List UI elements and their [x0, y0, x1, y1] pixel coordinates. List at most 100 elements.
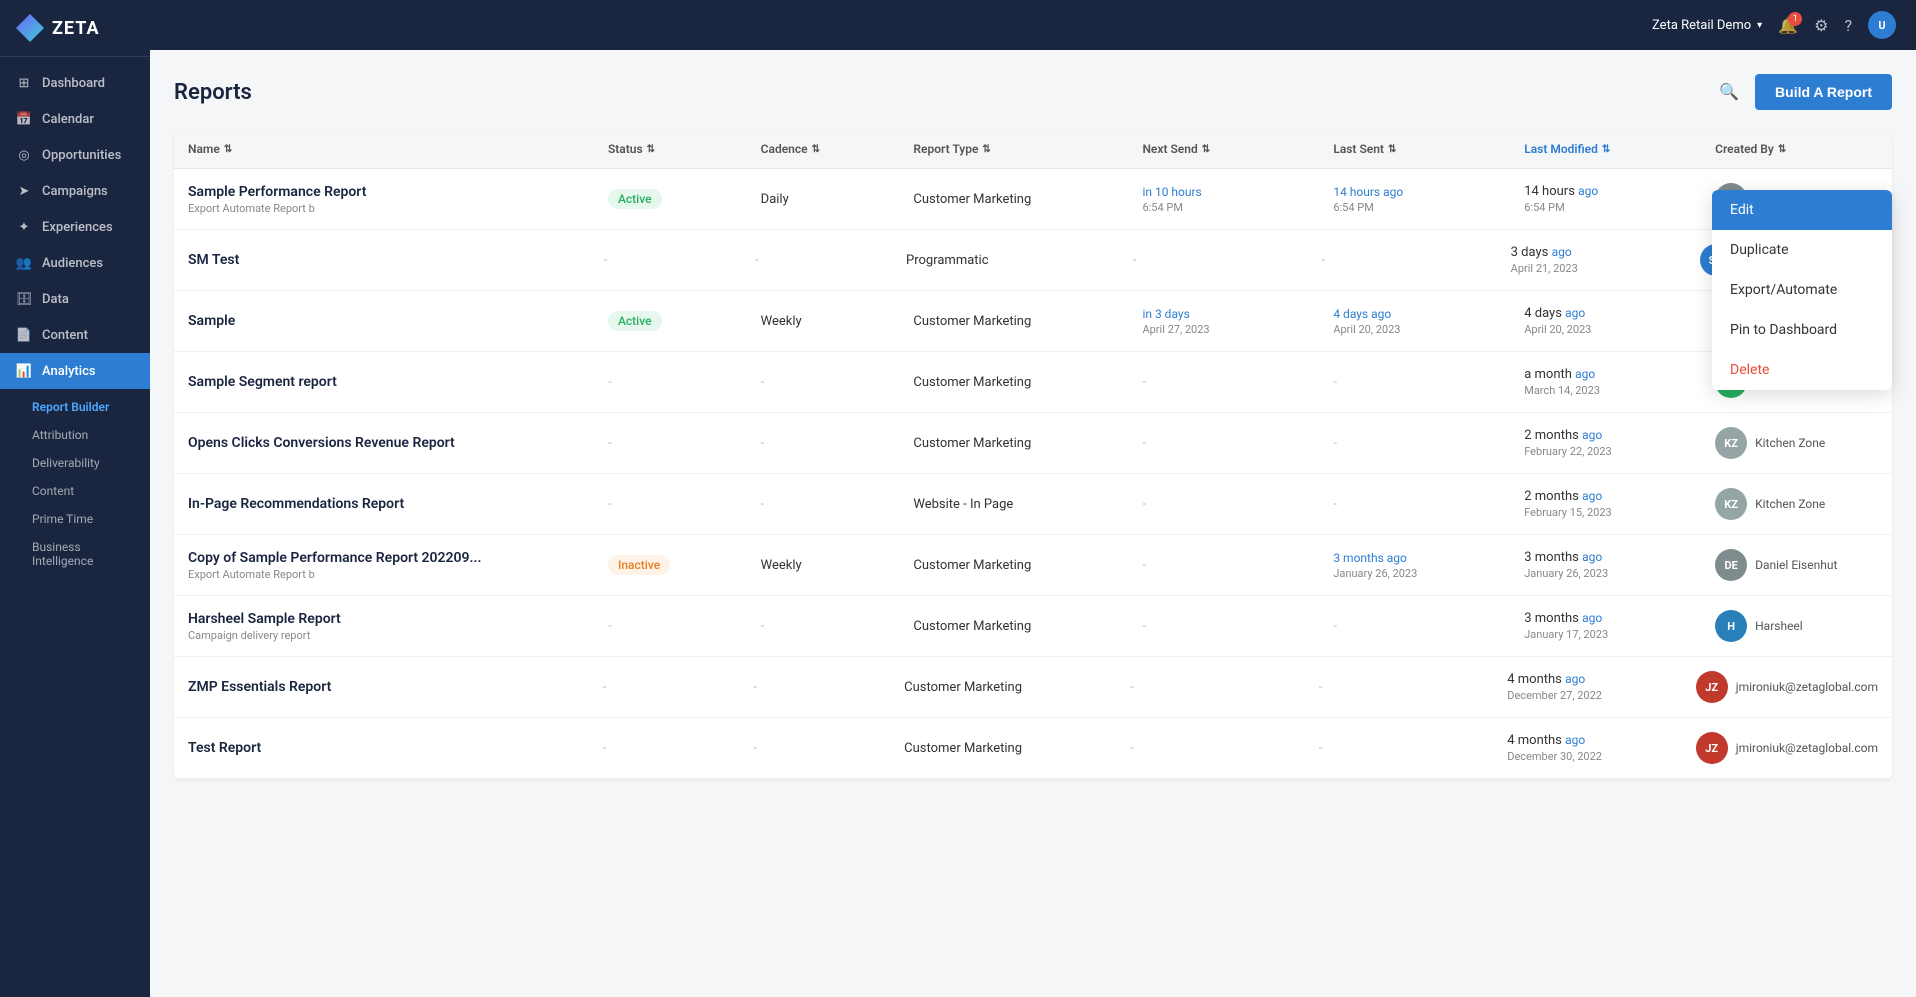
table-row[interactable]: Sample Performance ReportExport Automate…	[174, 169, 1892, 230]
th-next-send[interactable]: Next Send ⇅	[1128, 130, 1319, 168]
report-sub: Export Automate Report b	[188, 568, 580, 581]
sort-icon-cadence: ⇅	[812, 144, 820, 155]
user-avatar[interactable]: U	[1868, 11, 1896, 39]
sub-nav-analytics: Report Builder Attribution Deliverabilit…	[0, 389, 150, 579]
sidebar-item-calendar[interactable]: 📅 Calendar	[0, 101, 150, 137]
help-icon[interactable]: ?	[1844, 16, 1852, 35]
creator-name: Harsheel	[1755, 619, 1803, 633]
cell-name: SM Test	[174, 238, 590, 282]
cell-cadence: Daily	[747, 178, 900, 221]
cell-status: Active	[594, 297, 747, 345]
context-menu-item-export-automate[interactable]: Export/Automate	[1712, 270, 1892, 310]
status-badge: Active	[608, 189, 662, 209]
creator-name: Daniel Eisenhut	[1755, 558, 1837, 572]
avatar: H	[1715, 610, 1747, 642]
context-menu-item-duplicate[interactable]: Duplicate	[1712, 230, 1892, 270]
report-name: Test Report	[188, 740, 575, 756]
sidebar-label-data: Data	[42, 292, 69, 307]
cell-report-type: Website - In Page	[899, 483, 1128, 526]
sidebar-item-audiences[interactable]: 👥 Audiences	[0, 245, 150, 281]
cell-name: Sample	[174, 299, 594, 343]
table-row[interactable]: SM Test--Programmatic--3 days agoApril 2…	[174, 230, 1892, 291]
context-menu: EditDuplicateExport/AutomatePin to Dashb…	[1712, 190, 1892, 390]
th-last-modified[interactable]: Last Modified ⇅	[1510, 130, 1701, 168]
account-selector[interactable]: Zeta Retail Demo ▾	[1652, 18, 1762, 33]
sidebar-item-opportunities[interactable]: ◎ Opportunities	[0, 137, 150, 173]
notification-button[interactable]: 🔔 1	[1778, 16, 1798, 35]
cell-report-type: Customer Marketing	[890, 727, 1116, 770]
th-report-type[interactable]: Report Type ⇅	[899, 130, 1128, 168]
cell-cadence: -	[739, 666, 890, 709]
sidebar-label-analytics: Analytics	[42, 364, 96, 379]
sidebar-item-business-intelligence[interactable]: Business Intelligence	[0, 533, 150, 575]
sort-icon-name: ⇅	[224, 144, 232, 155]
sidebar-item-experiences[interactable]: ✦ Experiences	[0, 209, 150, 245]
users-icon: 👥	[16, 255, 32, 271]
cell-status: -	[589, 727, 740, 770]
cell-report-type: Customer Marketing	[890, 666, 1116, 709]
report-name: SM Test	[188, 252, 576, 268]
cell-report-type: Customer Marketing	[899, 361, 1128, 404]
sidebar-item-content[interactable]: Content	[0, 477, 150, 505]
table-row[interactable]: SampleActiveWeeklyCustomer Marketingin 3…	[174, 291, 1892, 352]
logo: ZETA	[0, 0, 150, 57]
cell-report-type: Programmatic	[892, 239, 1119, 282]
report-name: Copy of Sample Performance Report 202209…	[188, 550, 580, 566]
content-header: Reports 🔍 Build A Report	[174, 74, 1892, 110]
table-row[interactable]: ZMP Essentials Report--Customer Marketin…	[174, 657, 1892, 718]
th-last-sent[interactable]: Last Sent ⇅	[1319, 130, 1510, 168]
account-name: Zeta Retail Demo	[1652, 18, 1751, 33]
context-menu-item-edit[interactable]: Edit	[1712, 190, 1892, 230]
star-icon: ✦	[16, 219, 32, 235]
sidebar-item-dashboard[interactable]: ⊞ Dashboard	[0, 65, 150, 101]
th-status[interactable]: Status ⇅	[594, 130, 747, 168]
settings-icon[interactable]: ⚙	[1814, 16, 1828, 35]
sidebar: ZETA ⊞ Dashboard 📅 Calendar ◎ Opportunit…	[0, 0, 150, 997]
calendar-icon: 📅	[16, 111, 32, 127]
sidebar-item-data[interactable]: 🗄 Data	[0, 281, 150, 317]
cell-next-send: -	[1128, 544, 1319, 587]
search-button[interactable]: 🔍	[1715, 78, 1743, 106]
report-name: Harsheel Sample Report	[188, 611, 580, 627]
th-name[interactable]: Name ⇅	[174, 130, 594, 168]
sidebar-item-attribution[interactable]: Attribution	[0, 421, 150, 449]
avatar: JZ	[1696, 671, 1728, 703]
cell-status: -	[594, 422, 747, 465]
cell-last-modified: 2 months agoFebruary 22, 2023	[1510, 414, 1701, 472]
cell-status: -	[589, 666, 740, 709]
sidebar-item-content[interactable]: 📄 Content	[0, 317, 150, 353]
status-badge: Active	[608, 311, 662, 331]
report-sub: Export Automate Report b	[188, 202, 580, 215]
sidebar-item-prime-time[interactable]: Prime Time	[0, 505, 150, 533]
cell-name: Copy of Sample Performance Report 202209…	[174, 536, 594, 595]
avatar: KZ	[1715, 488, 1747, 520]
sort-icon-created-by: ⇅	[1778, 144, 1786, 155]
cell-name: ZMP Essentials Report	[174, 665, 589, 709]
cell-last-sent: -	[1308, 239, 1497, 282]
th-cadence[interactable]: Cadence ⇅	[747, 130, 900, 168]
table-row[interactable]: Test Report--Customer Marketing--4 month…	[174, 718, 1892, 779]
table-row[interactable]: Harsheel Sample Report Campaign delivery …	[174, 596, 1892, 657]
sidebar-item-deliverability[interactable]: Deliverability	[0, 449, 150, 477]
table-row[interactable]: In-Page Recommendations Report--Website …	[174, 474, 1892, 535]
sidebar-item-analytics[interactable]: 📊 Analytics	[0, 353, 150, 389]
cell-name: In-Page Recommendations Report	[174, 482, 594, 526]
cell-status: -	[594, 361, 747, 404]
sidebar-item-campaigns[interactable]: ➤ Campaigns	[0, 173, 150, 209]
table-row[interactable]: Sample Segment report--Customer Marketin…	[174, 352, 1892, 413]
cell-created-by: JZjmironiuk@zetaglobal.com	[1682, 657, 1892, 717]
table-body: Sample Performance ReportExport Automate…	[174, 169, 1892, 779]
context-menu-item-delete[interactable]: Delete	[1712, 350, 1892, 390]
cell-next-send: -	[1128, 605, 1319, 648]
cell-cadence: -	[747, 605, 900, 648]
table-row[interactable]: Copy of Sample Performance Report 202209…	[174, 535, 1892, 596]
build-report-button[interactable]: Build A Report	[1755, 74, 1892, 110]
th-created-by[interactable]: Created By ⇅	[1701, 130, 1892, 168]
sort-icon-last-sent: ⇅	[1388, 144, 1396, 155]
table-row[interactable]: Opens Clicks Conversions Revenue Report-…	[174, 413, 1892, 474]
report-sub: Campaign delivery report	[188, 629, 580, 642]
context-menu-item-pin-dashboard[interactable]: Pin to Dashboard	[1712, 310, 1892, 350]
cell-cadence: -	[739, 727, 890, 770]
sidebar-item-report-builder[interactable]: Report Builder	[0, 393, 150, 421]
cell-last-modified: 4 days agoApril 20, 2023	[1510, 292, 1701, 350]
